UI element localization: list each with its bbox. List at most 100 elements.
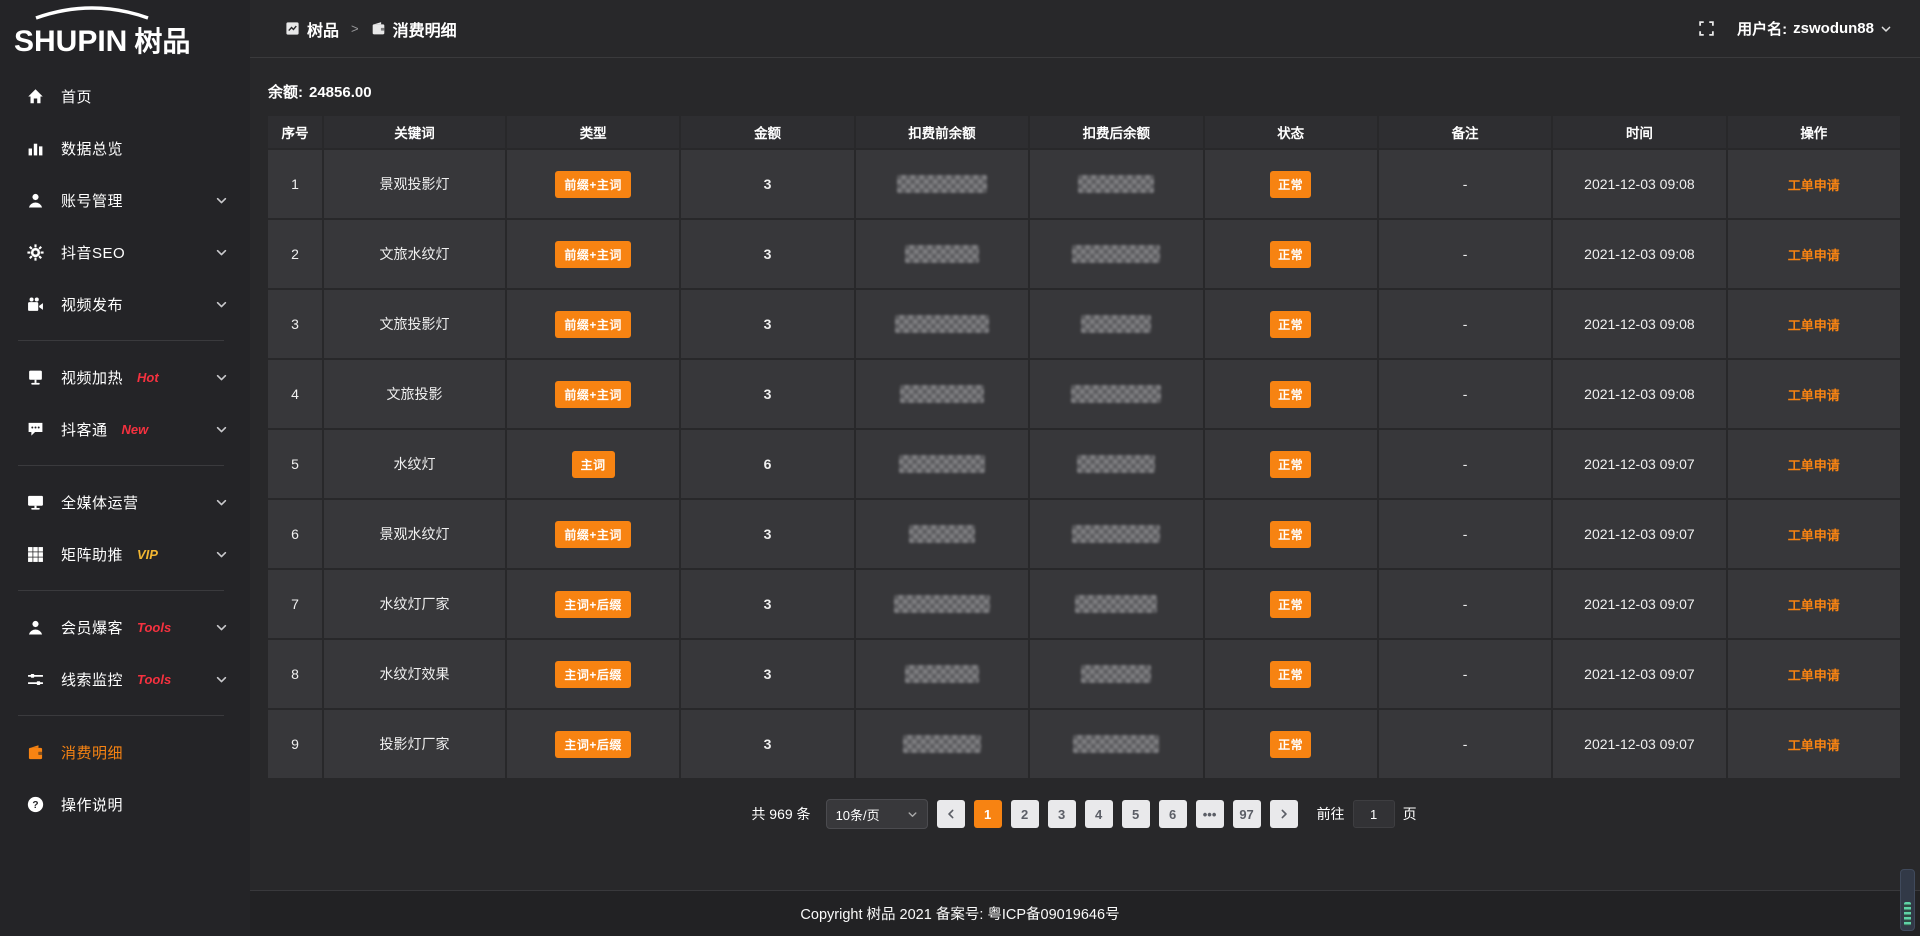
cell-remark: - <box>1378 429 1552 499</box>
sliders-icon <box>27 671 44 688</box>
scrollbar[interactable] <box>1900 869 1915 931</box>
scrollbar-thumb <box>1904 902 1911 926</box>
balance: 余额:24856.00 <box>268 81 1902 102</box>
work-order-link[interactable]: 工单申请 <box>1788 458 1840 473</box>
sidebar-item-抖客通[interactable]: 抖客通New <box>0 403 250 455</box>
status-badge: 正常 <box>1270 311 1311 338</box>
work-order-link[interactable]: 工单申请 <box>1788 528 1840 543</box>
cell-type: 前缀+主词 <box>506 499 680 569</box>
user-icon <box>27 192 44 209</box>
redacted-value <box>1073 735 1159 753</box>
page-buttons: 123456 ••• 97 <box>974 800 1261 828</box>
redacted-value <box>1077 455 1155 473</box>
cell-keyword: 景观水纹灯 <box>323 499 506 569</box>
redacted-value <box>1078 175 1154 193</box>
work-order-link[interactable]: 工单申请 <box>1788 668 1840 683</box>
cell-balance-before <box>855 639 1029 709</box>
sidebar-item-label: 数据总览 <box>61 138 123 159</box>
app-logo[interactable]: SHUPIN树品 <box>0 0 250 62</box>
cell-time: 2021-12-03 09:08 <box>1552 359 1726 429</box>
cell-balance-before <box>855 149 1029 219</box>
sidebar-item-消费明细[interactable]: 消费明细 <box>0 726 250 778</box>
sidebar-item-label: 视频发布 <box>61 294 123 315</box>
cell-amount: 3 <box>680 149 854 219</box>
chevron-down-icon <box>215 246 228 259</box>
column-header: 备注 <box>1378 115 1552 149</box>
redacted-value <box>909 525 975 543</box>
status-badge: 正常 <box>1270 661 1311 688</box>
goto-page-input[interactable]: 1 <box>1353 800 1395 828</box>
page-button-2[interactable]: 2 <box>1011 800 1039 828</box>
app-root: SHUPIN树品 首页数据总览账号管理抖音SEO 视频发布视频加热Hot抖客通Ne… <box>0 0 1920 936</box>
type-badge: 前缀+主词 <box>555 241 631 268</box>
sidebar-item-视频加热[interactable]: 视频加热Hot <box>0 351 250 403</box>
monitor-icon <box>27 494 44 511</box>
chevron-down-icon <box>907 809 918 820</box>
sidebar-item-线索监控[interactable]: 线索监控Tools <box>0 653 250 705</box>
page-button-97[interactable]: 97 <box>1233 800 1261 828</box>
sidebar-divider <box>18 590 224 591</box>
cell-index: 5 <box>267 429 323 499</box>
cell-type: 前缀+主词 <box>506 149 680 219</box>
next-page-button[interactable] <box>1270 800 1298 828</box>
cell-action: 工单申请 <box>1727 569 1901 639</box>
cell-time: 2021-12-03 09:08 <box>1552 219 1726 289</box>
redacted-value <box>1081 315 1151 333</box>
more-pages-button[interactable]: ••• <box>1196 800 1224 828</box>
cell-action: 工单申请 <box>1727 429 1901 499</box>
sidebar-item-badge: Hot <box>137 370 159 385</box>
cell-keyword: 水纹灯 <box>323 429 506 499</box>
logo-text: SHUPIN树品 <box>14 20 190 60</box>
chevron-down-icon <box>215 423 228 436</box>
cell-remark: - <box>1378 219 1552 289</box>
cell-balance-before <box>855 219 1029 289</box>
work-order-link[interactable]: 工单申请 <box>1788 388 1840 403</box>
redacted-value <box>894 595 990 613</box>
svg-text:?: ? <box>32 800 38 811</box>
footer: Copyright 树品 2021 备案号: 粤ICP备09019646号 <box>0 890 1920 936</box>
sidebar-item-数据总览[interactable]: 数据总览 <box>0 122 250 174</box>
table-row: 3文旅投影灯前缀+主词3正常-2021-12-03 09:08工单申请 <box>267 289 1901 359</box>
sidebar-item-会员爆客[interactable]: 会员爆客Tools <box>0 601 250 653</box>
pagination-total: 共 969 条 <box>751 804 810 824</box>
breadcrumb-item-树品[interactable]: 树品 <box>285 17 339 41</box>
work-order-link[interactable]: 工单申请 <box>1788 738 1840 753</box>
sidebar-item-视频发布[interactable]: 视频发布 <box>0 278 250 330</box>
page-button-3[interactable]: 3 <box>1048 800 1076 828</box>
type-badge: 主词+后缀 <box>555 591 631 618</box>
sidebar-item-矩阵助推[interactable]: 矩阵助推VIP <box>0 528 250 580</box>
cell-amount: 6 <box>680 429 854 499</box>
work-order-link[interactable]: 工单申请 <box>1788 178 1840 193</box>
cell-type: 前缀+主词 <box>506 359 680 429</box>
page-button-1[interactable]: 1 <box>974 800 1002 828</box>
cell-balance-after <box>1029 709 1203 779</box>
page-button-6[interactable]: 6 <box>1159 800 1187 828</box>
sidebar-item-首页[interactable]: 首页 <box>0 70 250 122</box>
sidebar-item-抖音SEO[interactable]: 抖音SEO <box>0 226 250 278</box>
page-button-5[interactable]: 5 <box>1122 800 1150 828</box>
cell-time: 2021-12-03 09:07 <box>1552 569 1726 639</box>
user-menu[interactable]: 用户名: zswodun88 <box>1737 18 1892 39</box>
page-size-select[interactable]: 10条/页 <box>826 799 928 829</box>
cell-status: 正常 <box>1204 499 1378 569</box>
wallet-icon <box>371 21 386 36</box>
sidebar-item-账号管理[interactable]: 账号管理 <box>0 174 250 226</box>
sidebar-item-操作说明[interactable]: ?操作说明 <box>0 778 250 830</box>
cell-index: 7 <box>267 569 323 639</box>
work-order-link[interactable]: 工单申请 <box>1788 598 1840 613</box>
sidebar-item-label: 会员爆客 <box>61 617 123 638</box>
work-order-link[interactable]: 工单申请 <box>1788 248 1840 263</box>
fullscreen-icon[interactable] <box>1698 20 1715 37</box>
cell-balance-before <box>855 569 1029 639</box>
column-header: 扣费前余额 <box>855 115 1029 149</box>
bar-chart-icon <box>27 140 44 157</box>
cell-type: 主词+后缀 <box>506 639 680 709</box>
cell-time: 2021-12-03 09:08 <box>1552 289 1726 359</box>
type-badge: 主词 <box>572 451 615 478</box>
work-order-link[interactable]: 工单申请 <box>1788 318 1840 333</box>
breadcrumb-item-消费明细[interactable]: 消费明细 <box>371 17 457 41</box>
page-button-4[interactable]: 4 <box>1085 800 1113 828</box>
prev-page-button[interactable] <box>937 800 965 828</box>
sidebar-item-全媒体运营[interactable]: 全媒体运营 <box>0 476 250 528</box>
goto-page: 前往 1 页 <box>1317 800 1417 828</box>
